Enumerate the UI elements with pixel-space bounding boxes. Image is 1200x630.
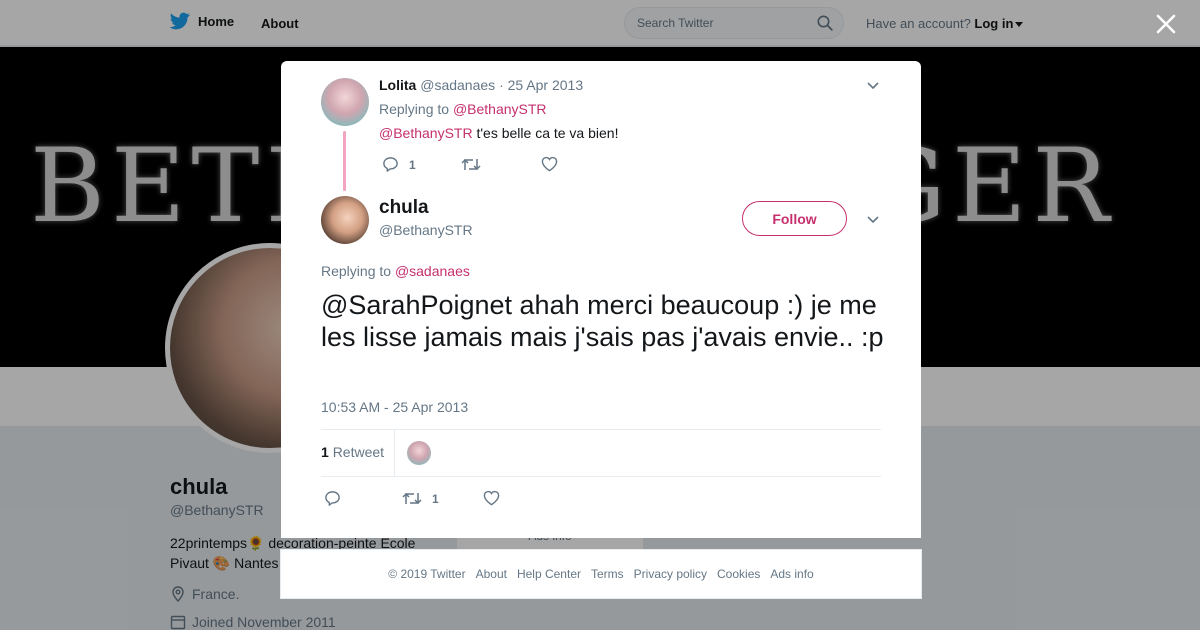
- chevron-down-icon[interactable]: [866, 78, 880, 92]
- main-retweet-action[interactable]: 1: [402, 490, 439, 507]
- main-reply-action[interactable]: [324, 490, 341, 507]
- like-action[interactable]: [541, 156, 558, 172]
- like-icon: [483, 490, 500, 506]
- footer-copyright: © 2019 Twitter: [388, 567, 466, 581]
- tweet-stats: 1 Retweet: [321, 429, 881, 477]
- main-tweet-text: @SarahPoignet ahah merci beaucoup :) je …: [321, 290, 884, 352]
- reply-tweet-body: t'es belle ca te va bien!: [472, 125, 619, 141]
- close-icon[interactable]: [1154, 12, 1178, 36]
- retweet-icon: [402, 492, 422, 505]
- reply-icon: [325, 491, 340, 506]
- footer-privacy[interactable]: Privacy policy: [634, 567, 707, 581]
- reply-author-handle[interactable]: @sadanaes: [420, 77, 495, 93]
- retweet-stat-count: 1: [321, 444, 329, 460]
- main-author-name[interactable]: chula: [379, 197, 429, 219]
- reply-replying-to: Replying to @BethanySTR: [379, 101, 547, 117]
- retweet-action[interactable]: [461, 156, 481, 173]
- reply-tweet-date[interactable]: · 25 Apr 2013: [499, 77, 583, 93]
- modal-footer: © 2019 Twitter About Help Center Terms P…: [280, 549, 922, 599]
- reply-count: 1: [409, 157, 416, 172]
- replying-to-prefix: Replying to: [379, 101, 450, 117]
- follow-button[interactable]: Follow: [742, 201, 847, 236]
- footer-ads-info[interactable]: Ads info: [770, 567, 813, 581]
- reply-author-avatar[interactable]: [321, 78, 369, 126]
- reply-icon: [383, 157, 398, 172]
- thread-line: [343, 131, 346, 191]
- main-retweet-count: 1: [432, 491, 439, 506]
- reply-tweet-header: Lolita @sadanaes · 25 Apr 2013: [379, 77, 583, 93]
- retweet-stat[interactable]: 1 Retweet: [321, 444, 384, 460]
- main-tweet-timestamp[interactable]: 10:53 AM - 25 Apr 2013: [321, 399, 468, 415]
- main-like-action[interactable]: [483, 490, 500, 506]
- footer-help-center[interactable]: Help Center: [517, 567, 581, 581]
- main-author-handle[interactable]: @BethanySTR: [379, 222, 473, 238]
- reply-author-name[interactable]: Lolita: [379, 77, 416, 93]
- main-replying-prefix: Replying to: [321, 263, 392, 279]
- main-replying-link[interactable]: @sadanaes: [395, 263, 470, 279]
- replying-to-link[interactable]: @BethanySTR: [453, 101, 547, 117]
- tweet-modal: Lolita @sadanaes · 25 Apr 2013 Replying …: [281, 61, 921, 538]
- retweet-icon: [461, 158, 481, 171]
- main-author-avatar[interactable]: [321, 196, 369, 244]
- retweet-stat-label: Retweet: [332, 444, 385, 460]
- footer-terms[interactable]: Terms: [591, 567, 624, 581]
- footer-cookies[interactable]: Cookies: [717, 567, 760, 581]
- like-icon: [541, 156, 558, 172]
- main-replying-to: Replying to @sadanaes: [321, 263, 470, 279]
- retweeter-avatar[interactable]: [407, 441, 431, 465]
- reply-action[interactable]: 1: [382, 156, 416, 173]
- chevron-down-icon[interactable]: [866, 212, 880, 226]
- reply-tweet-text: @BethanySTR t'es belle ca te va bien!: [379, 125, 618, 141]
- mention-link[interactable]: @BethanySTR: [379, 125, 473, 141]
- footer-about[interactable]: About: [476, 567, 507, 581]
- stats-divider: [394, 430, 395, 476]
